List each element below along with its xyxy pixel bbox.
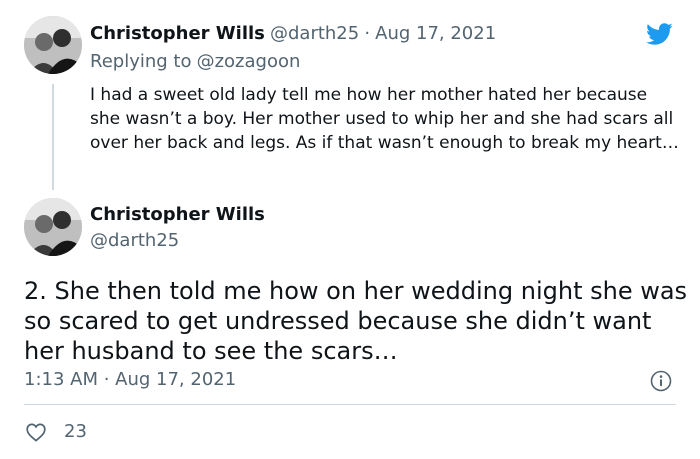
avatar[interactable] bbox=[24, 198, 82, 256]
twitter-bird-icon[interactable] bbox=[642, 20, 676, 52]
heart-icon bbox=[24, 420, 48, 444]
info-icon[interactable] bbox=[650, 370, 672, 396]
thread-connector-line bbox=[52, 84, 54, 190]
tweet-date[interactable]: Aug 17, 2021 bbox=[375, 23, 496, 44]
author-name[interactable]: Christopher Wills bbox=[90, 203, 265, 227]
author-name[interactable]: Christopher Wills bbox=[90, 23, 265, 44]
replying-to-label: Replying to bbox=[90, 51, 192, 72]
like-button[interactable]: 23 bbox=[24, 420, 87, 444]
tweet-timestamp[interactable]: 1:13 AM · Aug 17, 2021 bbox=[24, 368, 236, 392]
reply-tweet-text: I had a sweet old lady tell me how her m… bbox=[90, 85, 679, 153]
replying-to-handle[interactable]: @zozagoon bbox=[197, 51, 301, 72]
avatar[interactable] bbox=[24, 16, 82, 74]
author-handle[interactable]: @darth25 bbox=[90, 229, 179, 253]
author-handle[interactable]: @darth25 bbox=[270, 23, 359, 44]
avatar-photo bbox=[24, 198, 82, 256]
separator-dot: · bbox=[364, 23, 371, 44]
like-count: 23 bbox=[64, 421, 87, 442]
reply-header: Christopher Wills @darth25 · Aug 17, 202… bbox=[90, 22, 496, 46]
avatar-photo bbox=[24, 16, 82, 74]
main-tweet-text: 2. She then told me how on her wedding n… bbox=[24, 277, 688, 365]
replying-to: Replying to @zozagoon bbox=[90, 50, 300, 74]
divider bbox=[24, 404, 676, 405]
